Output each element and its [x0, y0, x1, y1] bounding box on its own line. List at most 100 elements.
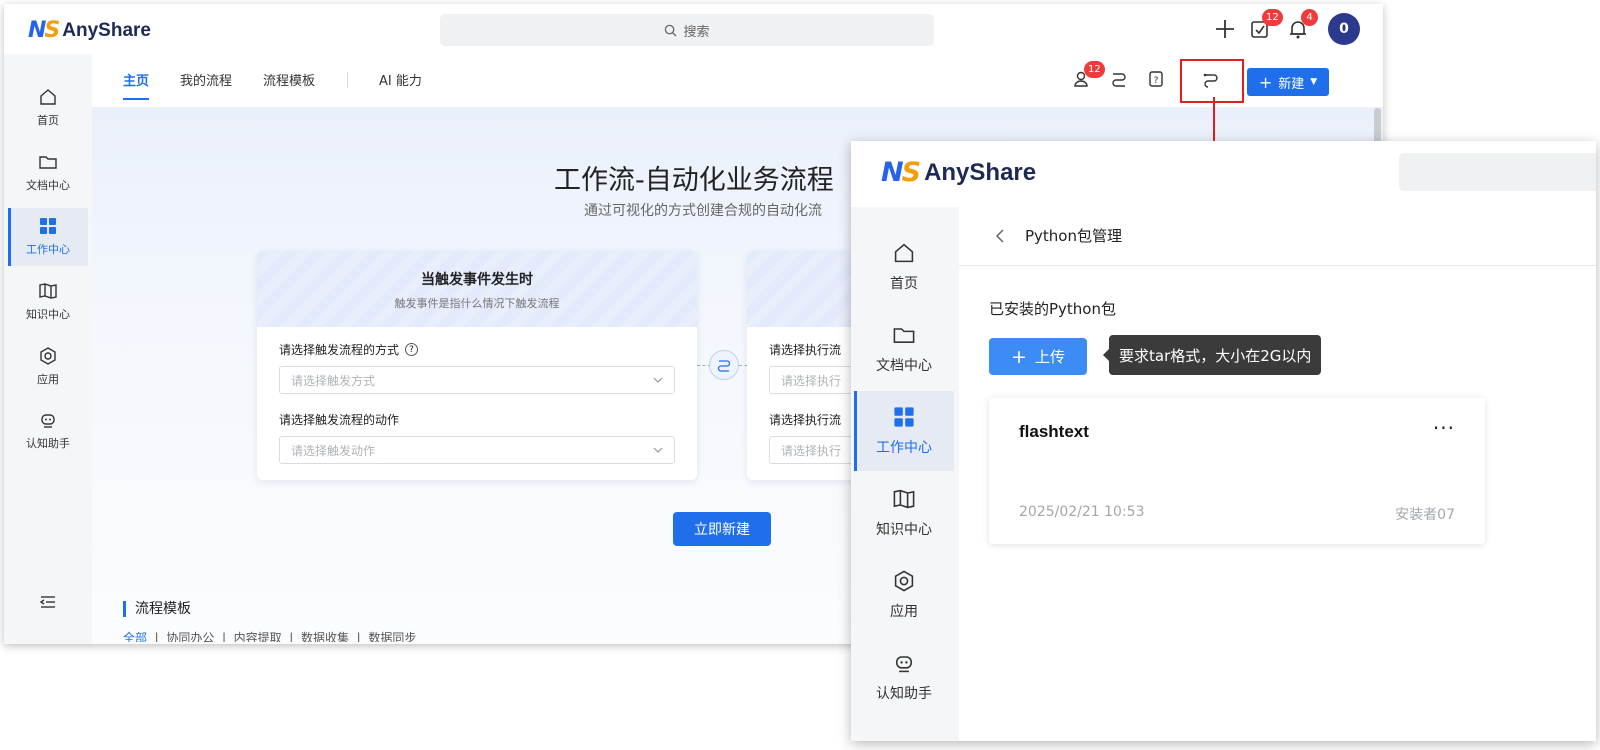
flow-connector-icon	[709, 350, 739, 380]
trigger-method-select[interactable]: 请选择触发方式	[279, 366, 675, 394]
approver-badge: 12	[1084, 61, 1105, 78]
trigger-method-label-text: 请选择触发流程的方式	[279, 343, 400, 357]
sidebar-label: 认知助手	[26, 437, 70, 450]
trigger-card-title: 当触发事件发生时	[421, 272, 533, 288]
global-search-input[interactable]: 搜索	[440, 14, 934, 46]
robot-icon	[896, 656, 912, 673]
sidebar-label: 文档中心	[876, 358, 932, 374]
global-search-input[interactable]	[1399, 153, 1596, 191]
home-icon	[894, 243, 914, 263]
grid-icon	[894, 407, 914, 427]
sidebar-label: 认知助手	[876, 686, 932, 702]
trigger-method-placeholder: 请选择触发方式	[291, 373, 376, 388]
new-button[interactable]: + 新建 ▼	[1247, 68, 1329, 96]
trigger-action-select[interactable]: 请选择触发动作	[279, 436, 675, 464]
chevron-down-icon	[653, 447, 663, 453]
trigger-action-placeholder: 请选择触发动作	[291, 443, 376, 458]
upload-tooltip: 要求tar格式，大小在2G以内	[1102, 335, 1322, 375]
highlight-box	[1180, 59, 1244, 103]
app-icon	[894, 570, 914, 592]
sidebar-item-apps[interactable]: 应用	[8, 338, 88, 396]
sidebar-item-work[interactable]: 工作中心	[8, 208, 88, 266]
templates-section-title: 流程模板	[123, 601, 191, 617]
map-icon	[39, 283, 57, 299]
execute-action-placeholder: 请选择执行	[781, 443, 842, 458]
template-filter-tabs: 全部 | 协同办公 | 内容提取 | 数据收集 | 数据同步	[123, 629, 416, 642]
trigger-action-label: 请选择触发流程的动作	[279, 413, 400, 427]
sidebar-item-apps[interactable]: 应用	[854, 555, 954, 635]
filter-all[interactable]: 全部	[123, 631, 147, 642]
tab-templates[interactable]: 流程模板	[263, 70, 315, 89]
notify-badge: 4	[1301, 9, 1318, 26]
back-sidebar: 首页 文档中心 工作中心 知识中心 应用 认知助手	[4, 54, 92, 644]
search-placeholder: 搜索	[683, 24, 710, 40]
filter-collect[interactable]: 数据收集	[301, 631, 349, 642]
front-sidebar: 首页 文档中心 工作中心 知识中心 应用 认知助手	[851, 207, 959, 741]
python-package-window: NS AnyShare 首页 文档中心 工作中心 知识中心 应用 认知助手 Py…	[851, 141, 1596, 741]
collapse-sidebar-button[interactable]	[8, 594, 88, 618]
sidebar-label: 首页	[890, 276, 918, 292]
sidebar-label: 应用	[890, 604, 918, 620]
upload-button[interactable]: + 上传	[989, 338, 1087, 375]
filter-sync[interactable]: 数据同步	[368, 631, 416, 642]
sidebar-item-work[interactable]: 工作中心	[854, 391, 954, 471]
screenshot-stage: NS AnyShare 搜索 12 4 0 首页 文档中心 工作中心 知识中心 …	[0, 0, 1600, 750]
trigger-method-label: 请选择触发流程的方式 ?	[279, 341, 419, 358]
top-bar: NS AnyShare 搜索 12 4 0	[4, 4, 1383, 54]
tab-divider	[347, 72, 348, 88]
sidebar-label: 文档中心	[26, 179, 70, 192]
filter-collab[interactable]: 协同办公	[166, 631, 214, 642]
tab-my-flows[interactable]: 我的流程	[180, 70, 232, 89]
sidebar-item-docs[interactable]: 文档中心	[854, 309, 954, 389]
front-top-bar: NS AnyShare	[851, 141, 1596, 207]
logo-text: AnyShare	[62, 19, 151, 41]
tab-ai[interactable]: AI 能力	[379, 70, 422, 89]
svg-text:?: ?	[1154, 76, 1159, 86]
package-card[interactable]: flashtext ··· 2025/02/21 10:53 安装者07	[989, 398, 1485, 544]
installer-name: 安装者07	[1395, 507, 1455, 523]
logo-text: AnyShare	[924, 158, 1037, 186]
sidebar-label: 知识中心	[876, 522, 932, 538]
anyshare-logo[interactable]: NS AnyShare	[881, 157, 1036, 188]
filter-extract[interactable]: 内容提取	[234, 631, 282, 642]
robot-icon	[41, 414, 55, 428]
logo-mark-icon: NS	[881, 157, 921, 188]
folder-icon	[893, 328, 915, 343]
package-name: flashtext	[1019, 422, 1089, 441]
more-options-icon[interactable]: ···	[1433, 416, 1455, 440]
plus-icon: +	[1258, 72, 1273, 92]
sidebar-item-knowledge[interactable]: 知识中心	[8, 273, 88, 331]
hero-subtitle: 通过可视化的方式创建合规的自动化流	[584, 203, 822, 219]
create-now-button[interactable]: 立即新建	[673, 512, 771, 546]
upload-button-label: 上传	[1034, 348, 1065, 366]
search-icon	[665, 24, 678, 37]
trigger-card-header: 当触发事件发生时 触发事件是指什么情况下触发流程	[257, 251, 697, 327]
package-page-header: Python包管理	[959, 207, 1596, 266]
sidebar-item-assistant[interactable]: 认知助手	[8, 402, 88, 460]
install-date: 2025/02/21 10:53	[1019, 504, 1145, 520]
sidebar-item-home[interactable]: 首页	[8, 79, 88, 137]
tab-home[interactable]: 主页	[123, 70, 150, 100]
user-avatar[interactable]: 0	[1328, 13, 1360, 45]
logo-mark-icon: NS	[28, 18, 60, 43]
hero-title: 工作流-自动化业务流程	[554, 165, 834, 196]
question-icon[interactable]: ?	[405, 343, 419, 356]
execute-flow-label: 请选择执行流	[769, 343, 842, 357]
sidebar-item-knowledge[interactable]: 知识中心	[854, 473, 954, 553]
flow-route-icon[interactable]	[1110, 70, 1128, 88]
sidebar-item-assistant[interactable]: 认知助手	[854, 637, 954, 717]
chevron-left-icon[interactable]	[993, 226, 1007, 246]
trigger-card-subtitle: 触发事件是指什么情况下触发流程	[394, 297, 560, 310]
add-icon[interactable]	[1214, 18, 1236, 40]
sidebar-item-docs[interactable]: 文档中心	[8, 144, 88, 202]
sidebar-label: 知识中心	[26, 308, 70, 321]
nav-tabs: 主页 我的流程 流程模板 AI 能力 12 ? + 新建 ▼	[92, 54, 1383, 108]
help-doc-icon[interactable]: ?	[1147, 70, 1165, 88]
installed-packages-label: 已安装的Python包	[989, 300, 1116, 318]
sidebar-item-home[interactable]: 首页	[854, 227, 954, 307]
new-button-label: 新建	[1278, 76, 1305, 92]
execute-action-label: 请选择执行流	[769, 413, 842, 427]
home-icon	[40, 89, 56, 105]
chevron-down-icon	[653, 377, 663, 383]
anyshare-logo[interactable]: NS AnyShare	[28, 18, 151, 43]
